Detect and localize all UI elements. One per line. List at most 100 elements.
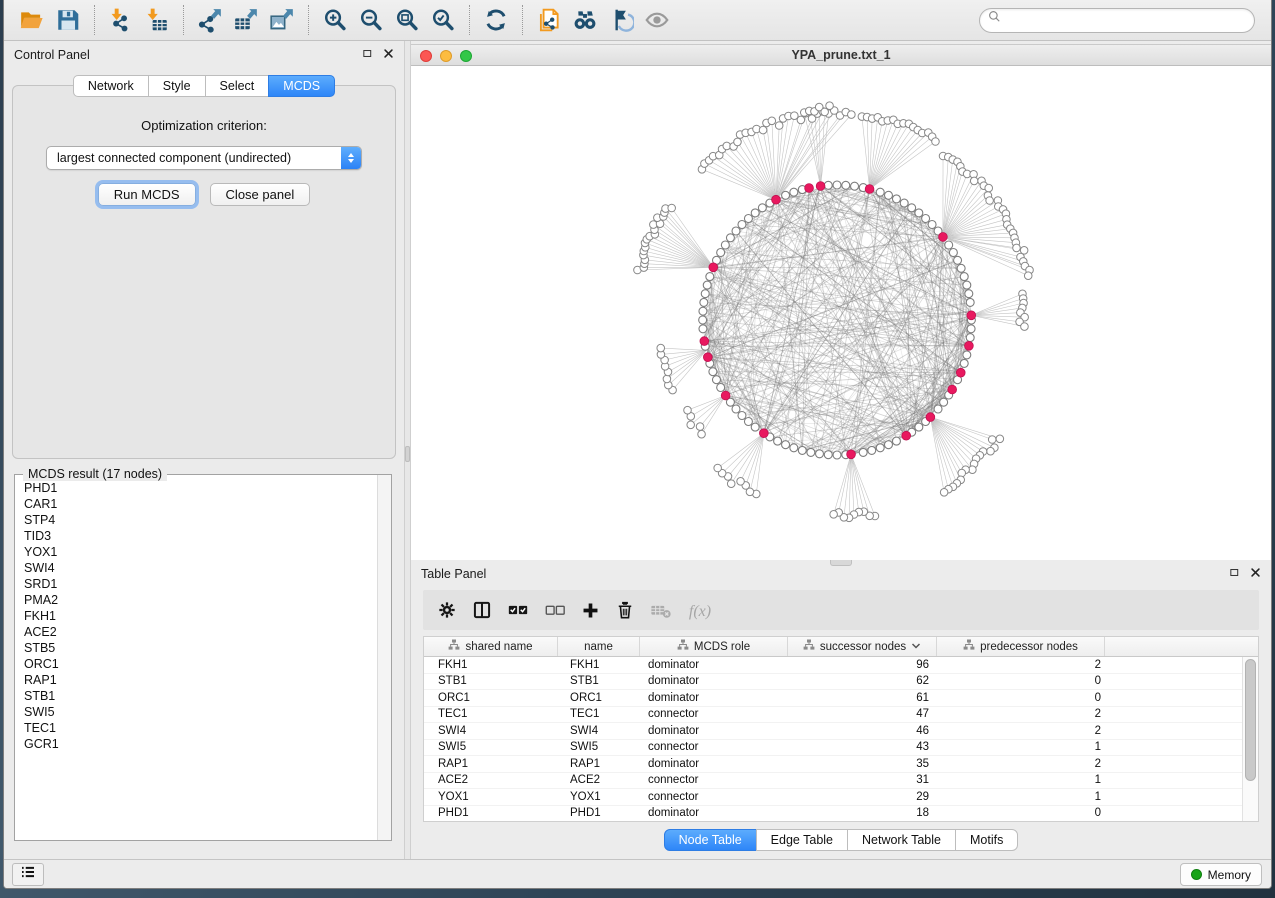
column-header-predecessor-nodes[interactable]: predecessor nodes [937, 637, 1105, 656]
zoom-selected-icon[interactable] [428, 5, 458, 35]
panel-splitter[interactable] [404, 41, 411, 859]
result-list-item[interactable]: STP4 [24, 512, 391, 528]
zoom-out-icon[interactable] [356, 5, 386, 35]
result-list-item[interactable]: SRD1 [24, 576, 391, 592]
column-header-name[interactable]: name [558, 637, 640, 656]
add-icon[interactable] [581, 601, 600, 620]
tab-motifs[interactable]: Motifs [955, 829, 1018, 851]
memory-button[interactable]: Memory [1180, 863, 1262, 886]
table-row[interactable]: YOX1YOX1connector291 [424, 789, 1242, 806]
select-all-icon[interactable] [507, 599, 529, 621]
table-cell: connector [640, 774, 788, 786]
tab-node-table[interactable]: Node Table [664, 829, 757, 851]
zoom-fit-icon[interactable] [392, 5, 422, 35]
table-row[interactable]: FKH1FKH1dominator962 [424, 657, 1242, 674]
delete-table-icon[interactable] [650, 599, 672, 621]
tab-mcds[interactable]: MCDS [268, 75, 335, 97]
search-box[interactable] [979, 8, 1255, 33]
result-list-scrollbar[interactable] [377, 475, 391, 840]
result-list-item[interactable]: TEC1 [24, 720, 391, 736]
table-cell: 31 [788, 774, 937, 786]
table-row[interactable]: TEC1TEC1connector472 [424, 707, 1242, 724]
result-list-item[interactable]: FKH1 [24, 608, 391, 624]
table-cell: TEC1 [424, 708, 558, 720]
table-cell: 96 [788, 659, 937, 671]
show-columns-icon[interactable] [472, 600, 492, 620]
column-header-successor-nodes[interactable]: successor nodes [788, 637, 937, 656]
table-row[interactable]: ACE2ACE2connector311 [424, 773, 1242, 790]
function-builder-icon[interactable]: f(x) [687, 599, 719, 622]
table-settings-icon[interactable] [437, 600, 457, 620]
tab-style[interactable]: Style [148, 75, 206, 97]
save-session-icon[interactable] [53, 5, 83, 35]
result-list-item[interactable]: TID3 [24, 528, 391, 544]
result-list-item[interactable]: PMA2 [24, 592, 391, 608]
hide-selected-icon[interactable] [606, 5, 636, 35]
maximize-window-icon[interactable] [460, 50, 472, 62]
result-list-item[interactable]: YOX1 [24, 544, 391, 560]
criterion-select[interactable]: largest connected component (undirected) [46, 146, 362, 170]
result-list-item[interactable]: ORC1 [24, 656, 391, 672]
tab-select[interactable]: Select [205, 75, 270, 97]
desktop-background: Control Panel NetworkStyleSelectMCDS Opt… [0, 0, 1275, 898]
result-list-item[interactable]: STB1 [24, 688, 391, 704]
cytoscape-window: Control Panel NetworkStyleSelectMCDS Opt… [3, 0, 1272, 889]
network-canvas[interactable] [411, 66, 1271, 560]
import-table-icon[interactable] [142, 5, 172, 35]
close-panel-icon[interactable] [383, 48, 394, 62]
network-document-icon[interactable] [534, 5, 564, 35]
show-panels-button[interactable] [12, 863, 44, 886]
network-window: YPA_prune.txt_1 [411, 41, 1271, 560]
table-row[interactable]: SWI5SWI5connector431 [424, 740, 1242, 757]
result-list-item[interactable]: STB5 [24, 640, 391, 656]
network-titlebar: YPA_prune.txt_1 [411, 44, 1271, 66]
table-row[interactable]: STB1STB1dominator620 [424, 674, 1242, 691]
splitter-grip[interactable] [405, 446, 410, 462]
tab-network[interactable]: Network [73, 75, 149, 97]
table-cell: SWI4 [424, 725, 558, 737]
result-list-item[interactable]: CAR1 [24, 496, 391, 512]
right-region: YPA_prune.txt_1 Table Panel [411, 41, 1271, 859]
export-image-icon[interactable] [267, 5, 297, 35]
table-row[interactable]: PHD1PHD1dominator180 [424, 806, 1242, 822]
table-cell: ACE2 [558, 774, 640, 786]
table-cell: STB1 [424, 675, 558, 687]
run-mcds-button[interactable]: Run MCDS [98, 183, 196, 206]
open-file-icon[interactable] [17, 5, 47, 35]
close-window-icon[interactable] [420, 50, 432, 62]
scrollbar-thumb[interactable] [1245, 659, 1256, 781]
float-panel-icon[interactable] [362, 48, 373, 62]
layout-refresh-icon[interactable] [481, 5, 511, 35]
delete-icon[interactable] [615, 600, 635, 620]
zoom-in-icon[interactable] [320, 5, 350, 35]
import-network-icon[interactable] [106, 5, 136, 35]
deselect-all-icon[interactable] [544, 599, 566, 621]
tab-edge-table[interactable]: Edge Table [756, 829, 848, 851]
table-row[interactable]: SWI4SWI4dominator462 [424, 723, 1242, 740]
minimize-window-icon[interactable] [440, 50, 452, 62]
tab-network-table[interactable]: Network Table [847, 829, 956, 851]
close-panel-button[interactable]: Close panel [210, 183, 311, 206]
result-list-item[interactable]: SWI5 [24, 704, 391, 720]
mcds-result-list[interactable]: PHD1CAR1STP4TID3YOX1SWI4SRD1PMA2FKH1ACE2… [15, 475, 391, 840]
table-row[interactable]: RAP1RAP1dominator352 [424, 756, 1242, 773]
table-row[interactable]: ORC1ORC1dominator610 [424, 690, 1242, 707]
show-all-icon[interactable] [642, 5, 672, 35]
table-scrollbar[interactable] [1242, 657, 1258, 821]
close-table-panel-icon[interactable] [1250, 567, 1261, 581]
result-list-item[interactable]: PHD1 [24, 480, 391, 496]
result-list-item[interactable]: SWI4 [24, 560, 391, 576]
status-bar: Memory [4, 859, 1271, 888]
result-list-item[interactable]: GCR1 [24, 736, 391, 752]
column-header-shared-name[interactable]: shared name [424, 637, 558, 656]
search-network-icon[interactable] [570, 5, 600, 35]
result-list-item[interactable]: ACE2 [24, 624, 391, 640]
column-header-MCDS-role[interactable]: MCDS role [640, 637, 788, 656]
export-table-icon[interactable] [231, 5, 261, 35]
search-input[interactable] [1004, 10, 1254, 30]
export-network-icon[interactable] [195, 5, 225, 35]
table-cell: YOX1 [558, 791, 640, 803]
float-table-panel-icon[interactable] [1229, 567, 1240, 581]
toolbar-separator [94, 5, 95, 35]
result-list-item[interactable]: RAP1 [24, 672, 391, 688]
